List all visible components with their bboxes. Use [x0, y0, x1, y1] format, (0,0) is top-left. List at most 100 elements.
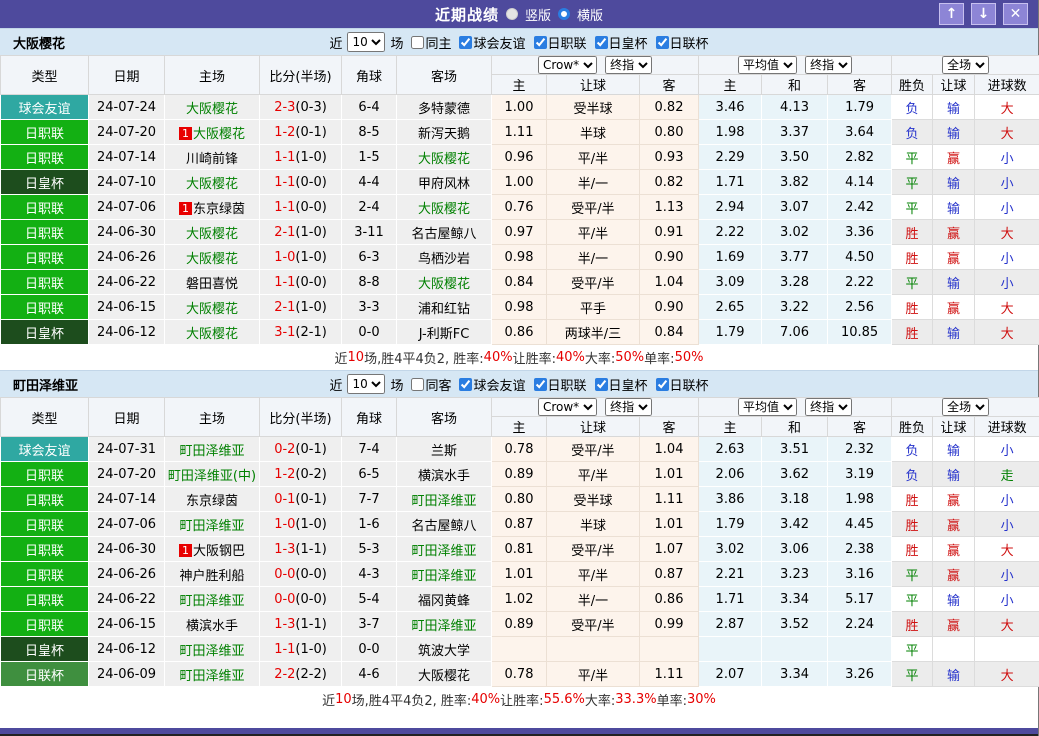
same-venue-checkbox[interactable]: [411, 35, 425, 49]
result-handicap-cell: 输: [932, 119, 976, 145]
fulltime-score: 0-0: [274, 566, 296, 582]
team-name: 兰斯: [430, 443, 457, 459]
focus-team-name: 大阪樱花: [417, 201, 470, 217]
league-emperor-cup-checkbox[interactable]: [594, 35, 608, 49]
handicap-cell: 平/半: [546, 561, 640, 587]
bookmaker-select[interactable]: Crow*: [537, 56, 597, 74]
odds-home-cell: 0.89: [491, 611, 547, 637]
league-emperor-cup-checkbox[interactable]: [594, 377, 608, 391]
result-wdl-cell: 平: [891, 269, 934, 295]
result-goals-cell: 小: [974, 511, 1039, 537]
final-index-select[interactable]: 终指: [605, 56, 653, 74]
stats-summary: 近 10 场,胜4平4负2, 胜率: 40% 让胜率: 55.6% 大率: 33.3% 单…: [0, 687, 1038, 712]
final-index-select[interactable]: 终指: [805, 398, 853, 416]
avg-away-cell: 2.56: [827, 294, 893, 320]
match-row: 日职联 24-06-22 磐田喜悦 1-1(0-0) 8-8 大阪樱花 0.84 受平/半 1.…: [0, 269, 1039, 295]
away-team-cell: J-利斯FC: [396, 319, 492, 345]
away-team-cell: 大阪樱花: [396, 269, 492, 295]
rank-badge: 1: [178, 126, 192, 140]
fulltime-score: 2-2: [274, 666, 296, 682]
fulltime-score: 2-1: [274, 299, 296, 315]
league-j1-checkbox[interactable]: [533, 35, 547, 49]
vertical-layout-radio[interactable]: [505, 8, 518, 20]
result-handicap-cell: 输: [932, 461, 976, 487]
rank-badge: 1: [178, 201, 192, 215]
type-cell: 日职联: [0, 244, 89, 270]
match-row: 日职联 24-06-26 大阪樱花 1-0(1-0) 6-3 鸟栖沙岩 0.98 半/一 0.9…: [0, 244, 1039, 270]
result-goals-cell: 大: [974, 119, 1039, 145]
avg-away-cell: 5.17: [827, 586, 893, 612]
col-score: 比分(半场): [259, 397, 342, 437]
matches-table: 类型 日期 主场 比分(半场) 角球 客场 Crow* 终指 平均值 终指 全场: [0, 397, 1039, 687]
avg-away-cell: 2.38: [827, 536, 893, 562]
odds-home-cell: 0.78: [491, 436, 547, 462]
avg-away-cell: 3.26: [827, 661, 893, 687]
league-j-cup-checkbox[interactable]: [655, 35, 669, 49]
avg-home-cell: 1.71: [698, 586, 763, 612]
odds-away-cell: 1.04: [638, 269, 700, 295]
same-venue-label: 同主: [425, 36, 452, 52]
avg-home-cell: 2.94: [698, 194, 763, 220]
result-handicap-cell: 赢: [932, 144, 976, 170]
same-venue-checkbox[interactable]: [411, 377, 425, 391]
league-friendly-checkbox[interactable]: [459, 377, 473, 391]
average-select[interactable]: 平均值: [737, 56, 797, 74]
horizontal-layout-radio[interactable]: [558, 8, 570, 20]
result-goals-cell: 大: [974, 661, 1039, 687]
avg-away-cell: 1.79: [827, 94, 893, 120]
odds-home-cell: 0.78: [491, 661, 547, 687]
fulltime-score: 1-0: [274, 516, 296, 532]
final-index-select[interactable]: 终指: [805, 56, 853, 74]
odds-home-cell: 0.86: [491, 319, 547, 345]
col-avg-draw: 和: [761, 74, 829, 95]
focus-team-name: 町田泽维亚: [411, 568, 477, 584]
final-index-select[interactable]: 终指: [605, 398, 653, 416]
games-label: 场: [390, 378, 404, 394]
recent-count-select[interactable]: 10: [347, 32, 386, 52]
recent-count-select[interactable]: 10: [347, 374, 386, 394]
result-wdl-cell: 平: [891, 144, 934, 170]
summary-text: 让胜率:: [500, 694, 544, 709]
team-name: 筑波大学: [417, 643, 470, 659]
result-wdl-cell: 胜: [891, 319, 934, 345]
result-wdl-cell: 负: [891, 461, 934, 487]
score-cell: 0-2(0-1): [259, 436, 342, 462]
halftime-score: (1-0): [295, 299, 327, 315]
fulltime-score: 1-1: [274, 199, 296, 215]
halftime-score: (1-0): [295, 249, 327, 265]
move-up-button[interactable]: ↑: [939, 3, 964, 25]
away-team-cell: 新泻天鹅: [396, 119, 492, 145]
full-game-select[interactable]: 全场: [942, 56, 990, 74]
avg-away-cell: 2.42: [827, 194, 893, 220]
result-goals-cell: 大: [974, 319, 1039, 345]
close-button[interactable]: ✕: [1003, 3, 1028, 25]
fulltime-score: 1-0: [274, 249, 296, 265]
move-down-button[interactable]: ↓: [971, 3, 996, 25]
odds-home-cell: 1.00: [491, 94, 547, 120]
league-j1-checkbox[interactable]: [533, 377, 547, 391]
home-team-cell: 磐田喜悦: [164, 269, 260, 295]
average-select[interactable]: 平均值: [737, 398, 797, 416]
avg-away-cell: 2.22: [827, 269, 893, 295]
type-cell: 日职联: [0, 586, 89, 612]
date-cell: 24-06-26: [88, 561, 165, 587]
team-name: 鸟栖沙岩: [417, 251, 470, 267]
games-label: 场: [390, 36, 404, 52]
corner-cell: 3-11: [341, 219, 397, 245]
away-team-cell: 福冈黄蜂: [396, 586, 492, 612]
full-game-select[interactable]: 全场: [942, 398, 990, 416]
league-j-cup-checkbox[interactable]: [655, 377, 669, 391]
league-friendly-checkbox[interactable]: [459, 35, 473, 49]
result-goals-cell: [974, 636, 1039, 662]
result-goals-cell: 小: [974, 436, 1039, 462]
bookmaker-select[interactable]: Crow*: [537, 398, 597, 416]
type-cell: 日职联: [0, 219, 89, 245]
avg-draw-cell: 3.22: [761, 294, 829, 320]
avg-draw-cell: 3.28: [761, 269, 829, 295]
score-cell: 2-2(2-2): [259, 661, 342, 687]
result-goals-cell: 大: [974, 536, 1039, 562]
home-team-cell: 大阪樱花: [164, 94, 260, 120]
avg-draw-cell: 4.13: [761, 94, 829, 120]
avg-away-cell: 3.19: [827, 461, 893, 487]
col-score: 比分(半场): [259, 55, 342, 95]
